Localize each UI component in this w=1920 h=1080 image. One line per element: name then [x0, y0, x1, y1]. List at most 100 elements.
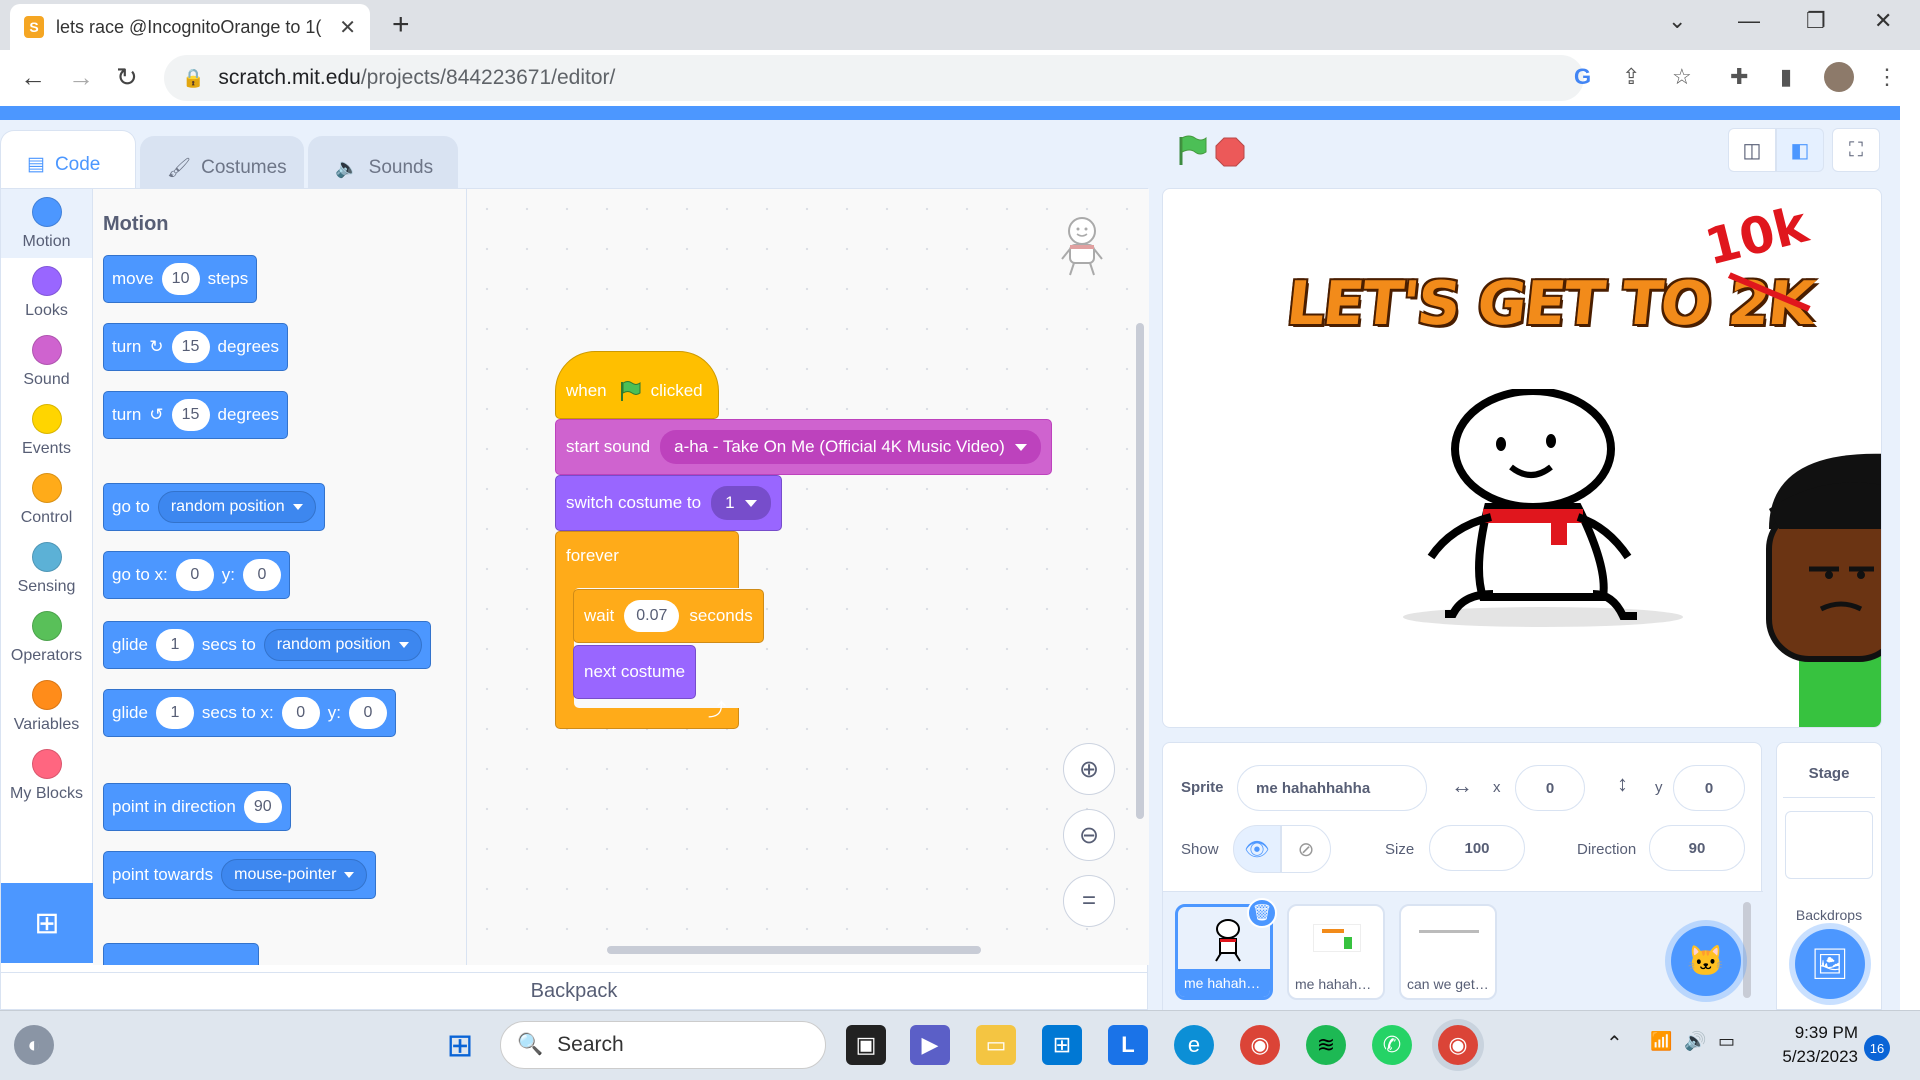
file-explorer-icon[interactable]: ▭	[976, 1025, 1016, 1065]
block-glide-to-xy[interactable]: glide 1 secs to x: 0 y: 0	[103, 689, 396, 737]
small-stage-button[interactable]: ◫	[1728, 128, 1776, 172]
stage-selector[interactable]: Stage Backdrops 🖼	[1776, 742, 1882, 1010]
block-glide-to[interactable]: glide 1 secs to random position	[103, 621, 431, 669]
notification-badge[interactable]: 16	[1864, 1035, 1890, 1061]
close-window-button[interactable]: ✕	[1874, 8, 1892, 34]
sprite-tile[interactable]: me hahahhahha	[1287, 904, 1385, 1000]
chrome-icon[interactable]: ◉	[1240, 1025, 1280, 1065]
side-panel-icon[interactable]: ▮	[1780, 64, 1792, 90]
stage-canvas[interactable]: LET'S GET TO 2K 10k	[1162, 188, 1882, 728]
workspace-horizontal-scrollbar[interactable]	[607, 946, 981, 954]
target-dropdown[interactable]: random position	[263, 629, 422, 661]
fullscreen-button[interactable]: ⛶	[1832, 128, 1880, 172]
stop-button[interactable]	[1214, 136, 1246, 168]
block-move-steps[interactable]: move 10 steps	[103, 255, 258, 303]
teams-icon[interactable]: ▶	[910, 1025, 950, 1065]
block-go-to[interactable]: go to random position	[103, 483, 325, 531]
block-switch-costume[interactable]: switch costume to 1	[555, 475, 782, 531]
chevron-up-icon[interactable]: ⌃	[1606, 1031, 1623, 1056]
sprite-list-scrollbar[interactable]	[1743, 902, 1751, 998]
degrees-input[interactable]: 15	[171, 399, 210, 431]
secs-input[interactable]: 1	[155, 697, 194, 729]
size-input[interactable]: 100	[1429, 825, 1525, 871]
backpack[interactable]: Backpack	[0, 972, 1148, 1010]
delete-sprite-button[interactable]: 🗑	[1247, 898, 1277, 928]
towards-dropdown[interactable]: mouse-pointer	[221, 859, 368, 891]
direction-input[interactable]: 90	[1649, 825, 1745, 871]
forward-icon[interactable]: →	[68, 62, 94, 93]
back-icon[interactable]: ←	[20, 62, 46, 93]
battery-icon[interactable]: ▭	[1718, 1031, 1735, 1052]
windows-start-icon[interactable]: ⊞	[440, 1025, 480, 1065]
category-looks[interactable]: Looks	[1, 258, 92, 327]
wifi-icon[interactable]: 📶	[1650, 1031, 1672, 1052]
weather-icon[interactable]: ◐	[14, 1025, 54, 1065]
category-sensing[interactable]: Sensing	[1, 534, 92, 603]
target-dropdown[interactable]: random position	[157, 491, 316, 523]
sound-dropdown[interactable]: a-ha - Take On Me (Official 4K Music Vid…	[660, 430, 1041, 464]
x-input[interactable]: 0	[1515, 765, 1585, 811]
y-input[interactable]: 0	[1673, 765, 1745, 811]
block-wait[interactable]: wait 0.07 seconds	[573, 589, 764, 643]
block-when-flag-clicked[interactable]: when clicked	[555, 351, 719, 419]
minimize-button[interactable]: —	[1738, 8, 1760, 34]
extensions-icon[interactable]: ✚	[1730, 64, 1748, 90]
choose-sprite-button[interactable]: 🐱	[1671, 926, 1741, 996]
choose-backdrop-button[interactable]: 🖼	[1795, 929, 1865, 999]
tab-search-icon[interactable]: ⌄	[1668, 8, 1686, 34]
edge-icon[interactable]: e	[1174, 1025, 1214, 1065]
category-motion[interactable]: Motion	[1, 189, 92, 258]
volume-icon[interactable]: 🔊	[1684, 1031, 1706, 1052]
workspace-vertical-scrollbar[interactable]	[1136, 323, 1144, 819]
task-view-icon[interactable]: ▣	[846, 1025, 886, 1065]
chrome-active-icon[interactable]: ◉	[1438, 1025, 1478, 1065]
share-icon[interactable]: ⇪	[1622, 64, 1640, 90]
app-l-icon[interactable]: L	[1108, 1025, 1148, 1065]
spotify-icon[interactable]: ≋	[1306, 1025, 1346, 1065]
category-variables[interactable]: Variables	[1, 672, 92, 741]
degrees-input[interactable]: 15	[171, 331, 210, 363]
zoom-out-button[interactable]: ⊖	[1063, 809, 1115, 861]
direction-input[interactable]: 90	[243, 791, 282, 823]
block-point-in-direction[interactable]: point in direction 90	[103, 783, 291, 831]
reload-icon[interactable]: ↻	[116, 62, 138, 93]
y-input[interactable]: 0	[348, 697, 387, 729]
category-sound[interactable]: Sound	[1, 327, 92, 396]
green-flag-button[interactable]	[1174, 134, 1208, 168]
show-sprite-button[interactable]: 👁	[1233, 825, 1281, 873]
whatsapp-icon[interactable]: ✆	[1372, 1025, 1412, 1065]
address-bar[interactable]: 🔒 scratch.mit.edu/projects/844223671/edi…	[164, 55, 1584, 101]
block-point-towards[interactable]: point towards mouse-pointer	[103, 851, 377, 899]
sprite-tile[interactable]: can we get to 10k?	[1399, 904, 1497, 1000]
menu-icon[interactable]: ⋮	[1876, 64, 1898, 90]
new-tab-button[interactable]: +	[392, 8, 410, 42]
close-tab-icon[interactable]: ✕	[339, 15, 356, 40]
block-next-costume[interactable]: next costume	[573, 645, 697, 699]
hide-sprite-button[interactable]: ⊘	[1281, 825, 1331, 873]
x-input[interactable]: 0	[281, 697, 320, 729]
y-input[interactable]: 0	[243, 559, 281, 591]
secs-input[interactable]: 1	[155, 629, 194, 661]
store-icon[interactable]: ⊞	[1042, 1025, 1082, 1065]
taskbar-search[interactable]: 🔍 Search	[500, 1021, 826, 1069]
category-my-blocks[interactable]: My Blocks	[1, 741, 92, 810]
wait-input[interactable]: 0.07	[624, 600, 680, 632]
browser-tab[interactable]: S lets race @IncognitoOrange to 1( ✕	[10, 4, 370, 50]
block-turn-right[interactable]: turn ↻ 15 degrees	[103, 323, 288, 371]
add-extension-button[interactable]: ⊞	[1, 883, 93, 963]
costume-dropdown[interactable]: 1	[711, 486, 771, 520]
zoom-reset-button[interactable]: =	[1063, 875, 1115, 927]
zoom-in-button[interactable]: ⊕	[1063, 743, 1115, 795]
category-events[interactable]: Events	[1, 396, 92, 465]
block-turn-left[interactable]: turn ↺ 15 degrees	[103, 391, 288, 439]
steps-input[interactable]: 10	[161, 263, 200, 295]
sprite-name-input[interactable]: me hahahhahha	[1237, 765, 1427, 811]
script-workspace[interactable]: when clicked start sound a-ha - Take On …	[467, 189, 1149, 965]
category-control[interactable]: Control	[1, 465, 92, 534]
profile-avatar[interactable]	[1824, 62, 1854, 92]
x-input[interactable]: 0	[175, 559, 214, 591]
bookmark-star-icon[interactable]: ☆	[1672, 64, 1692, 90]
google-lens-icon[interactable]: G	[1574, 64, 1591, 90]
taskbar-clock[interactable]: 9:39 PM 5/23/2023	[1750, 1021, 1858, 1069]
block-partial[interactable]	[103, 943, 259, 965]
